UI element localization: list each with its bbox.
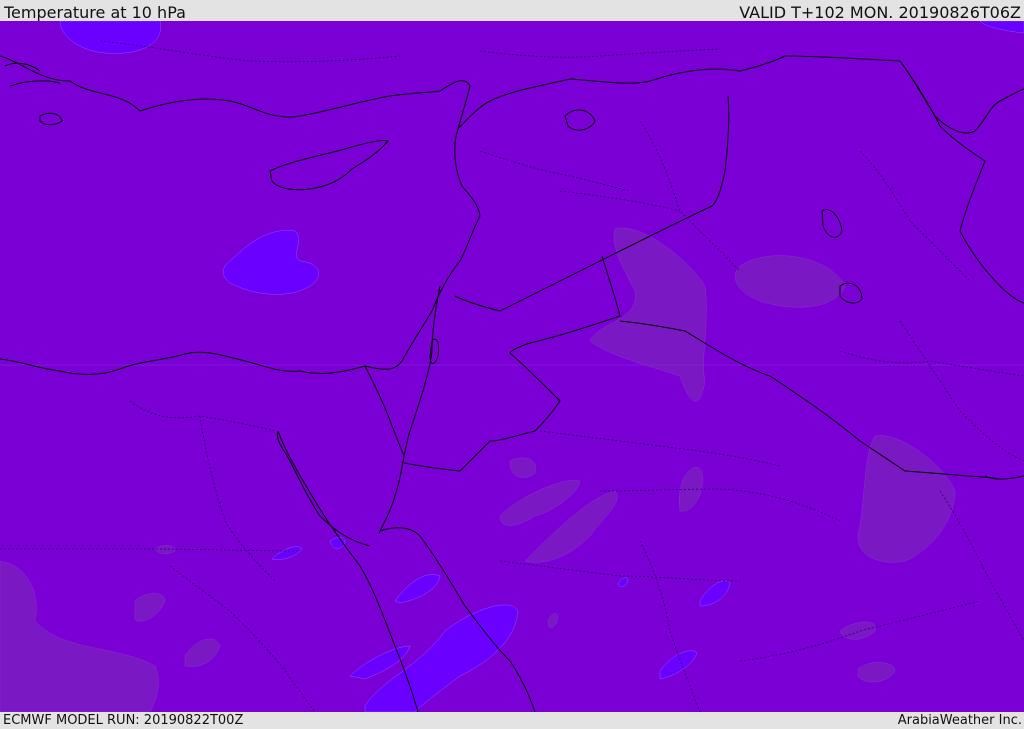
header-bar: Temperature at 10 hPa VALID T+102 MON. 2… bbox=[0, 0, 1024, 22]
credit-label: ArabiaWeather Inc. bbox=[897, 713, 1022, 728]
model-run-label: ECMWF MODEL RUN: 20190822T00Z bbox=[3, 713, 244, 728]
weather-map bbox=[0, 21, 1024, 712]
footer-bar: ECMWF MODEL RUN: 20190822T00Z ArabiaWeat… bbox=[0, 712, 1024, 729]
map-title: Temperature at 10 hPa bbox=[4, 3, 186, 22]
map-canvas bbox=[0, 21, 1024, 712]
valid-time-label: VALID T+102 MON. 20190826T06Z bbox=[739, 3, 1021, 22]
